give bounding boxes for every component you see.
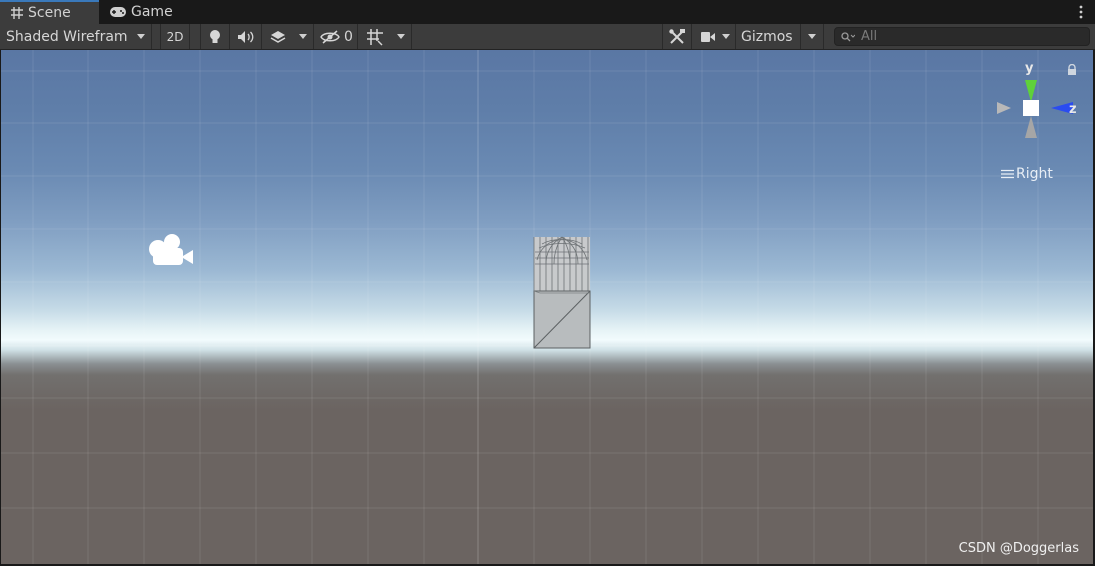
scene-visibility-toggle[interactable]: 0 [316,24,358,49]
chevron-down-icon [298,34,307,39]
2d-label: 2D [166,29,184,44]
draw-mode-label: Shaded Wirefram [6,28,128,45]
hamburger-icon [1001,169,1014,179]
tools-icon [669,28,685,44]
video-camera-icon [700,31,715,42]
tab-game-label: Game [131,4,173,20]
view-orientation-toggle[interactable]: Right [1001,166,1053,182]
lightbulb-icon [210,29,220,43]
camera-settings-dropdown[interactable] [694,24,736,49]
gizmos-button[interactable]: Gizmos [738,24,800,49]
lock-icon[interactable] [1067,64,1077,76]
draw-mode-dropdown[interactable]: Shaded Wirefram [0,24,152,49]
chevron-down-icon [721,34,730,39]
grid-icon [11,7,23,19]
scene-toolbar: Shaded Wirefram 2D 0 Gizmos All [0,24,1095,50]
view-label: Right [1016,166,1053,182]
watermark: CSDN @Doggerlas [958,541,1079,556]
layers-icon [270,30,286,43]
z-axis-label: z [1069,102,1077,117]
grid-toggle-button[interactable] [360,24,390,49]
hidden-eye-icon [320,29,340,44]
more-options-icon[interactable] [1075,3,1087,21]
tab-scene[interactable]: Scene [0,0,99,24]
2d-toggle-button[interactable]: 2D [160,24,190,49]
gizmos-dropdown[interactable] [800,24,824,49]
scene-viewport[interactable]: y z Right CSDN @Doggerlas [1,50,1093,564]
gizmos-label: Gizmos [741,28,793,45]
unity-scene-window: Scene Game Shaded Wirefram 2D 0 Gizmos A… [0,0,1095,566]
effects-toggle-button[interactable] [264,24,292,49]
grid-dropdown[interactable] [390,24,412,49]
chevron-down-icon [808,34,816,39]
effects-dropdown[interactable] [292,24,314,49]
y-axis-label: y [1025,61,1034,76]
search-input[interactable]: All [834,27,1090,46]
grid-snap-icon [367,28,383,46]
gamepad-icon [110,7,126,17]
player-object[interactable] [532,234,594,350]
chevron-down-icon [137,34,145,39]
lighting-toggle-button[interactable] [200,24,230,49]
hidden-count: 0 [344,28,353,45]
speaker-icon [237,30,253,43]
audio-toggle-button[interactable] [230,24,262,49]
tools-toggle-button[interactable] [662,24,692,49]
chevron-down-icon [396,34,405,39]
tab-bar: Scene Game [0,0,1095,24]
camera-gizmo-icon[interactable] [147,233,197,269]
search-placeholder: All [861,29,878,44]
tab-scene-label: Scene [28,5,71,21]
search-icon [841,31,855,41]
tab-game[interactable]: Game [103,0,199,24]
